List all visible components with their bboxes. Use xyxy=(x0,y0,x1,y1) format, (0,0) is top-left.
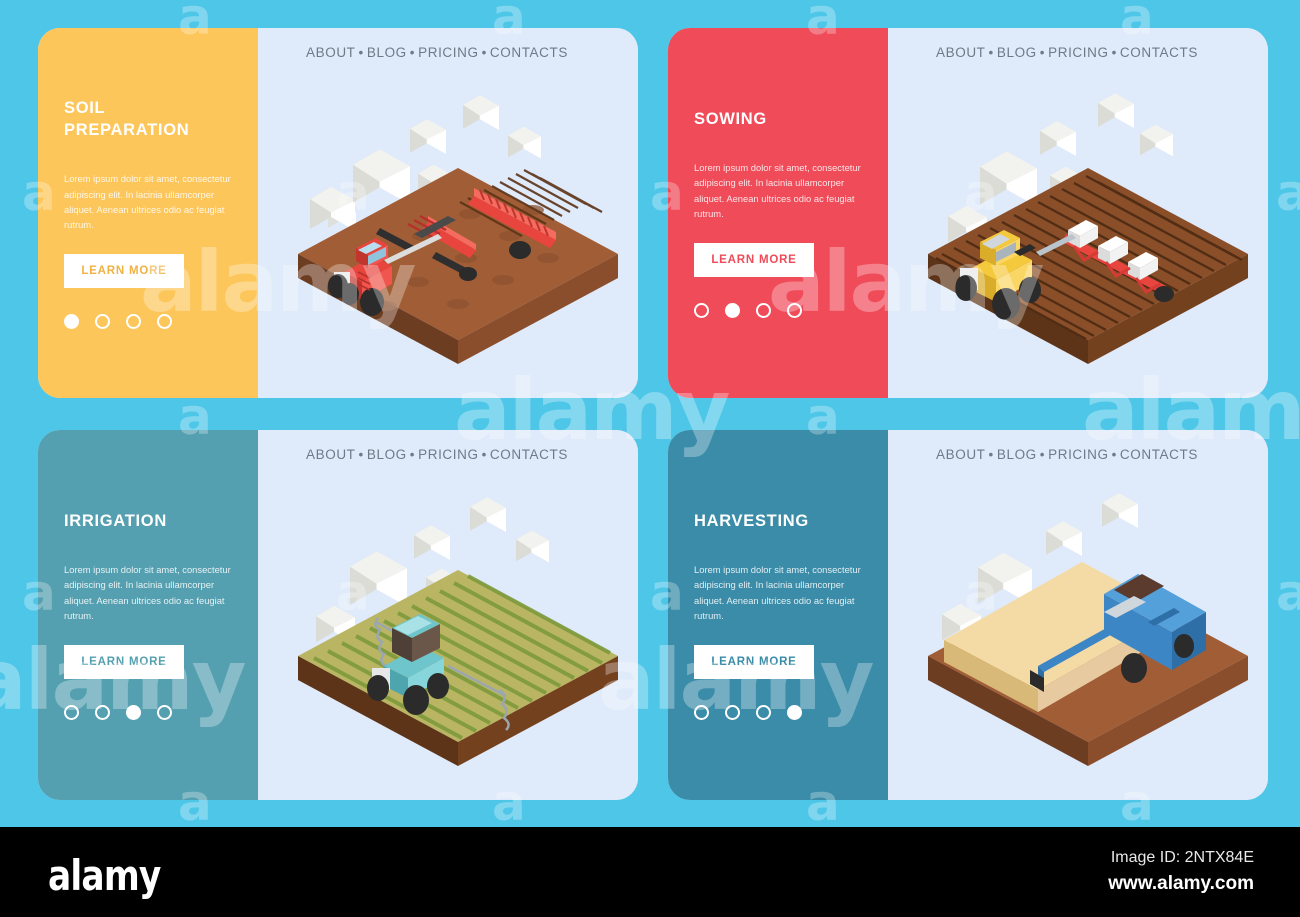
carousel-dots[interactable] xyxy=(694,705,862,721)
card-text-panel: SOWING Lorem ipsum dolor sit amet, conse… xyxy=(668,28,888,398)
carousel-dot-4[interactable] xyxy=(157,314,172,330)
card-text-panel: IRRIGATION Lorem ipsum dolor sit amet, c… xyxy=(38,430,258,800)
alamy-footer-bar: alamy Image ID: 2NTX84E www.alamy.com xyxy=(0,827,1300,917)
carousel-dot-1[interactable] xyxy=(694,303,709,319)
learn-more-button[interactable]: LEARN MORE xyxy=(64,254,184,289)
banner-card-soil-preparation[interactable]: SOIL PREPARATION Lorem ipsum dolor sit am… xyxy=(38,28,638,398)
carousel-dot-1[interactable] xyxy=(64,314,79,330)
card-description: Lorem ipsum dolor sit amet, consectetur … xyxy=(694,564,861,621)
card-illustration-panel: ABOUT • BLOG • PRICING • CONTACTS xyxy=(888,28,1268,398)
carousel-dots[interactable] xyxy=(64,314,232,330)
carousel-dots[interactable] xyxy=(64,705,232,721)
card-title: IRRIGATION xyxy=(64,511,167,530)
card-description: Lorem ipsum dolor sit amet, consectetur … xyxy=(694,162,861,219)
illustration-harvesting xyxy=(888,430,1268,800)
carousel-dot-3[interactable] xyxy=(126,705,141,721)
carousel-dot-2[interactable] xyxy=(725,303,740,319)
card-title: SOIL PREPARATION xyxy=(64,98,190,140)
website-label: www.alamy.com xyxy=(1108,873,1254,894)
card-title: HARVESTING xyxy=(694,511,809,530)
banner-card-sowing[interactable]: SOWING Lorem ipsum dolor sit amet, conse… xyxy=(668,28,1268,398)
card-title: SOWING xyxy=(694,109,767,128)
banner-card-harvesting[interactable]: HARVESTING Lorem ipsum dolor sit amet, c… xyxy=(668,430,1268,800)
carousel-dot-2[interactable] xyxy=(725,705,740,721)
learn-more-button[interactable]: LEARN MORE xyxy=(64,645,184,680)
carousel-dot-4[interactable] xyxy=(157,705,172,721)
carousel-dot-1[interactable] xyxy=(694,705,709,721)
illustration-sowing xyxy=(888,28,1268,398)
learn-more-button[interactable]: LEARN MORE xyxy=(694,243,814,278)
card-illustration-panel: ABOUT • BLOG • PRICING • CONTACTS xyxy=(888,430,1268,800)
card-description: Lorem ipsum dolor sit amet, consectetur … xyxy=(64,173,231,230)
banner-board: SOIL PREPARATION Lorem ipsum dolor sit am… xyxy=(0,0,1300,826)
carousel-dot-2[interactable] xyxy=(95,314,110,330)
banner-card-irrigation[interactable]: IRRIGATION Lorem ipsum dolor sit amet, c… xyxy=(38,430,638,800)
carousel-dot-1[interactable] xyxy=(64,705,79,721)
carousel-dot-4[interactable] xyxy=(787,705,802,721)
card-text-panel: HARVESTING Lorem ipsum dolor sit amet, c… xyxy=(668,430,888,800)
illustration-irrigation xyxy=(258,430,638,800)
illustration-soil-preparation xyxy=(258,28,638,398)
carousel-dot-3[interactable] xyxy=(756,303,771,319)
card-illustration-panel: ABOUT • BLOG • PRICING • CONTACTS xyxy=(258,430,638,800)
carousel-dot-3[interactable] xyxy=(126,314,141,330)
carousel-dot-3[interactable] xyxy=(756,705,771,721)
carousel-dot-2[interactable] xyxy=(95,705,110,721)
carousel-dot-4[interactable] xyxy=(787,303,802,319)
card-description: Lorem ipsum dolor sit amet, consectetur … xyxy=(64,564,231,621)
card-text-panel: SOIL PREPARATION Lorem ipsum dolor sit am… xyxy=(38,28,258,398)
image-id-label: Image ID: 2NTX84E xyxy=(1110,849,1254,866)
learn-more-button[interactable]: LEARN MORE xyxy=(694,645,814,680)
card-illustration-panel: ABOUT • BLOG • PRICING • CONTACTS xyxy=(258,28,638,398)
carousel-dots[interactable] xyxy=(694,303,862,319)
alamy-logo: alamy xyxy=(48,851,161,900)
